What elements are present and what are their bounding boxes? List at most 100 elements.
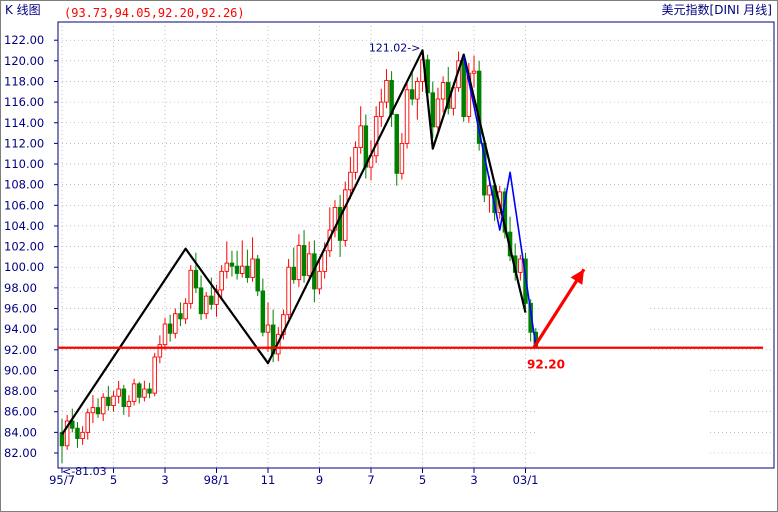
candle-body	[317, 270, 322, 290]
y-tick-label: 120.00	[4, 54, 44, 68]
candle-body	[440, 82, 446, 100]
ohlc-readout: (93.73,94.05,92.20,92.26)	[64, 6, 245, 20]
candle-body	[85, 412, 90, 433]
candle-body	[95, 407, 101, 415]
support-line-label: 92.20	[527, 358, 565, 372]
candle-body	[224, 262, 230, 272]
candle-body	[379, 101, 384, 118]
candle-body	[358, 125, 363, 148]
y-tick-label: 114.00	[4, 116, 44, 130]
y-tick-label: 122.00	[4, 33, 44, 47]
candle-body	[373, 116, 379, 157]
candle-body	[399, 142, 405, 174]
x-tick-label: 5	[419, 473, 426, 487]
x-tick-label: 98/1	[204, 473, 230, 487]
candle-body	[198, 287, 204, 315]
candle-body	[343, 189, 348, 241]
candle-body	[291, 266, 297, 281]
candle-body	[131, 383, 137, 402]
candle-body	[229, 262, 235, 267]
candle-body	[126, 400, 132, 408]
candle-body	[384, 79, 389, 103]
candle-body	[239, 265, 245, 274]
candle-body	[178, 313, 183, 320]
x-tick-label: 5	[110, 473, 117, 487]
x-tick-label: 11	[261, 473, 276, 487]
candle-body	[255, 258, 260, 292]
y-tick-label: 88.00	[4, 384, 37, 398]
candle-body	[136, 383, 142, 398]
candle-body	[162, 323, 168, 346]
candle-body	[183, 302, 188, 320]
y-tick-label: 116.00	[4, 95, 44, 109]
candle-body	[296, 245, 302, 281]
y-tick-label: 102.00	[4, 240, 44, 254]
candle-body	[106, 396, 111, 406]
candle-body	[116, 388, 121, 397]
y-tick-label: 100.00	[4, 260, 44, 274]
candle-body	[404, 89, 410, 144]
x-tick-label: 3	[161, 473, 168, 487]
candle-body	[209, 295, 214, 305]
y-tick-label: 108.00	[4, 178, 44, 192]
y-tick-label: 96.00	[4, 302, 37, 316]
y-tick-label: 94.00	[4, 322, 37, 336]
x-tick-label: 9	[316, 473, 323, 487]
y-tick-label: 118.00	[4, 74, 44, 88]
candle-body	[409, 89, 415, 100]
candle-body	[80, 431, 85, 440]
y-tick-label: 112.00	[4, 136, 44, 150]
y-tick-label: 110.00	[4, 157, 44, 171]
y-tick-label: 104.00	[4, 219, 44, 233]
candle-body	[90, 407, 96, 414]
low-annotation: <-81.03	[62, 465, 107, 478]
candle-body	[435, 98, 441, 128]
candle-body	[518, 258, 523, 273]
candle-body	[250, 258, 255, 279]
candle-body	[461, 60, 466, 118]
candle-body	[147, 388, 152, 394]
candle-body	[322, 250, 327, 272]
symbol-label: 美元指数[DINI 月线]	[662, 2, 772, 17]
candle-body	[193, 269, 199, 289]
y-tick-label: 90.00	[4, 363, 37, 377]
candle-body	[111, 395, 116, 406]
candle-body	[394, 114, 400, 174]
chart-window: 82.00 84.00 86.00 88.00 90.00 92.00 94.00 96.00…	[0, 0, 778, 512]
candlestick-chart: 82.00 84.00 86.00 88.00 90.00 92.00 94.00 96.00…	[0, 0, 778, 512]
candle-body	[415, 81, 420, 100]
y-tick-label: 106.00	[4, 198, 44, 212]
candle-body	[348, 171, 353, 191]
candle-body	[167, 323, 173, 334]
y-tick-label: 84.00	[4, 425, 37, 439]
candle-body	[157, 344, 163, 358]
candle-body	[353, 147, 358, 173]
candle-body	[219, 270, 224, 291]
x-tick-label: 03/1	[513, 473, 539, 487]
y-tick-label: 86.00	[4, 405, 37, 419]
y-tick-label: 92.00	[4, 343, 37, 357]
candle-body	[188, 269, 193, 304]
candle-body	[100, 396, 106, 415]
candle-body	[286, 266, 291, 316]
y-tick-label: 98.00	[4, 281, 37, 295]
candle-body	[173, 313, 178, 334]
candle-body	[245, 265, 250, 279]
candle-body	[265, 324, 271, 333]
candle-body	[203, 295, 209, 315]
y-tick-label: 82.00	[4, 446, 37, 460]
candle-body	[301, 245, 307, 276]
candle-body	[306, 253, 312, 276]
high-annotation: 121.02->	[369, 41, 421, 54]
candle-body	[234, 265, 240, 274]
candle-body	[75, 427, 80, 440]
candle-body	[121, 388, 127, 408]
mask-block-upper	[540, 302, 650, 350]
x-tick-label: 7	[367, 473, 374, 487]
candle-body	[430, 92, 436, 128]
candle-body	[260, 290, 266, 333]
candle-body	[152, 356, 157, 394]
candle-body	[471, 70, 477, 74]
panel-title: K 线图	[5, 3, 41, 17]
candle-body	[142, 388, 147, 398]
